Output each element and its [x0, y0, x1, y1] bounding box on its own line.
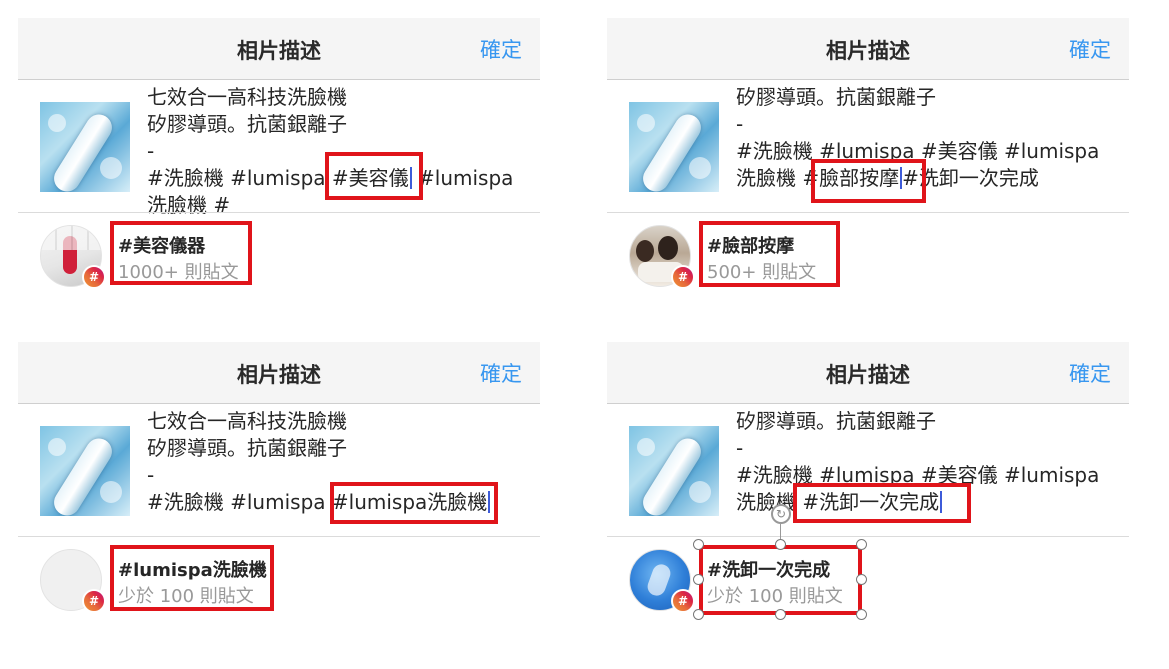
- splash-shape: [48, 438, 66, 456]
- caption-line: 矽膠導頭。抗菌銀離子: [147, 436, 347, 460]
- caption-line: 矽膠導頭。抗菌銀離子: [736, 85, 936, 109]
- hashtag-icon: #: [671, 589, 695, 613]
- highlight-box[interactable]: [699, 545, 862, 615]
- caption-line: 七效合一高科技洗臉機: [147, 409, 347, 433]
- confirm-button[interactable]: 確定: [480, 358, 522, 388]
- caption-line: 矽膠導頭。抗菌銀離子: [147, 112, 347, 136]
- divider: [607, 212, 1129, 213]
- highlight-box: [330, 482, 498, 524]
- highlight-box: [811, 159, 926, 203]
- rotate-handle-stem: [780, 524, 781, 539]
- highlight-box: [110, 545, 274, 611]
- confirm-button[interactable]: 確定: [480, 34, 522, 64]
- highlight-box: [110, 221, 252, 285]
- caption-line: -: [736, 436, 744, 460]
- caption-text: #洗臉機 #lumispa: [147, 166, 332, 190]
- resize-handle[interactable]: [856, 574, 867, 585]
- caption-line: 七效合一高科技洗臉機: [147, 85, 347, 109]
- splash-shape: [637, 438, 655, 456]
- caption-text: 洗臉機: [736, 166, 803, 190]
- nav-title: 相片描述: [826, 363, 910, 387]
- nav-title: 相片描述: [826, 39, 910, 63]
- post-thumbnail: [40, 426, 130, 516]
- splash-shape: [689, 157, 711, 179]
- caption-editor-panel-1: 相片描述 確定 七效合一高科技洗臉機 矽膠導頭。抗菌銀離子 - #洗臉機 #lumis…: [18, 18, 540, 313]
- navigation-bar: 相片描述 確定: [607, 342, 1129, 404]
- caption-line: -: [736, 112, 744, 136]
- caption-line: 矽膠導頭。抗菌銀離子: [736, 409, 936, 433]
- resize-handle[interactable]: [775, 609, 786, 620]
- face-shape: [658, 236, 678, 260]
- resize-handle[interactable]: [693, 539, 704, 550]
- nav-title: 相片描述: [237, 39, 321, 63]
- hashtag-icon: #: [82, 589, 106, 613]
- caption-input[interactable]: 矽膠導頭。抗菌銀離子 - #洗臉機 #lumispa #美容儀 #lumispa 洗臉…: [736, 84, 1126, 192]
- divider: [18, 536, 540, 537]
- post-thumbnail: [629, 102, 719, 192]
- caption-text: #洗臉機 #lumispa: [147, 490, 332, 514]
- resize-handle[interactable]: [775, 539, 786, 550]
- face-shape: [636, 240, 654, 262]
- resize-handle[interactable]: [856, 539, 867, 550]
- caption-editor-panel-4: 相片描述 確定 矽膠導頭。抗菌銀離子 - #洗臉機 #lumispa #美容儀 #l…: [607, 342, 1129, 637]
- caption-line: #洗臉機 #lumispa #美容儀 #lumispa: [736, 139, 1100, 163]
- hashtag-icon: #: [671, 265, 695, 289]
- highlight-box: [699, 221, 840, 287]
- hashtag-icon: #: [82, 265, 106, 289]
- rotate-handle-icon[interactable]: ↻: [771, 504, 791, 524]
- splash-shape: [637, 114, 655, 132]
- post-thumbnail: [40, 102, 130, 192]
- nav-title: 相片描述: [237, 363, 321, 387]
- splash-shape: [645, 561, 673, 599]
- splash-shape: [689, 481, 711, 503]
- navigation-bar: 相片描述 確定: [607, 18, 1129, 80]
- splash-shape: [100, 481, 122, 503]
- resize-handle[interactable]: [693, 574, 704, 585]
- divider: [607, 536, 1129, 537]
- confirm-button[interactable]: 確定: [1069, 358, 1111, 388]
- highlight-box: [793, 483, 971, 523]
- splash-shape: [48, 114, 66, 132]
- shelf-shape: [41, 226, 101, 250]
- divider: [18, 212, 540, 213]
- highlight-box: [325, 152, 423, 200]
- resize-handle[interactable]: [856, 609, 867, 620]
- caption-editor-panel-3: 相片描述 確定 七效合一高科技洗臉機 矽膠導頭。抗菌銀離子 - #洗臉機 #lumis…: [18, 342, 540, 637]
- caption-text: #lumispa: [411, 166, 514, 190]
- confirm-button[interactable]: 確定: [1069, 34, 1111, 64]
- post-thumbnail: [629, 426, 719, 516]
- resize-handle[interactable]: [693, 609, 704, 620]
- caption-line: 洗臉機 #臉部按摩 #洗卸一次完成: [736, 165, 1126, 192]
- navigation-bar: 相片描述 確定: [18, 18, 540, 80]
- caption-editor-panel-2: 相片描述 確定 矽膠導頭。抗菌銀離子 - #洗臉機 #lumispa #美容儀 #l…: [607, 18, 1129, 313]
- navigation-bar: 相片描述 確定: [18, 342, 540, 404]
- splash-shape: [100, 157, 122, 179]
